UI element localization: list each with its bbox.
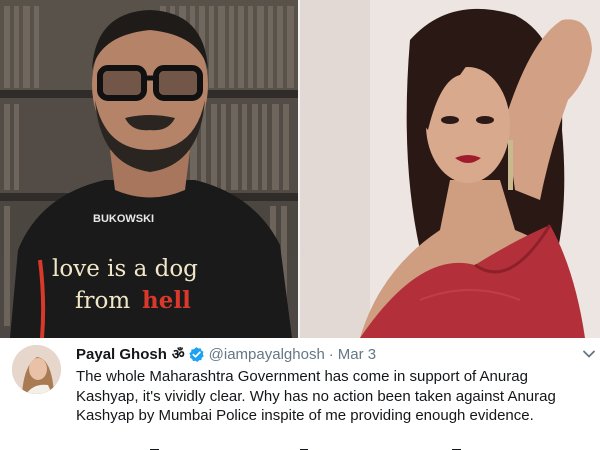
user-handle[interactable]: @iampayalghosh — [209, 346, 325, 363]
shirt-line3-text: hell — [142, 287, 191, 314]
tweet-media-collage[interactable]: BUKOWSKI love is a dog from hell — [0, 0, 600, 338]
media-photo-left[interactable]: BUKOWSKI love is a dog from hell — [0, 0, 300, 338]
name-glyph: ॐ — [171, 345, 185, 362]
media-photo-right[interactable] — [300, 0, 600, 338]
shirt-brand-text: BUKOWSKI — [93, 213, 154, 225]
display-name[interactable]: Payal Ghosh — [76, 346, 167, 363]
header-separator: · — [328, 345, 334, 363]
tweet-header: Payal Ghosh ॐ @iampayalghosh · Mar 3 — [76, 344, 376, 364]
shirt-line2-text: from — [75, 288, 130, 314]
verified-badge-icon — [188, 346, 205, 363]
chevron-down-icon[interactable] — [582, 347, 596, 361]
photo-right-illustration — [300, 0, 600, 338]
cutoff-content-row — [0, 442, 600, 450]
avatar[interactable] — [12, 345, 61, 394]
tweet-date[interactable]: Mar 3 — [338, 346, 376, 363]
photo-left-illustration: BUKOWSKI love is a dog from hell — [0, 0, 300, 338]
shirt-line1-text: love is a dog — [52, 256, 198, 282]
avatar-image — [12, 345, 61, 394]
tweet-text: The whole Maharashtra Government has com… — [76, 368, 556, 424]
